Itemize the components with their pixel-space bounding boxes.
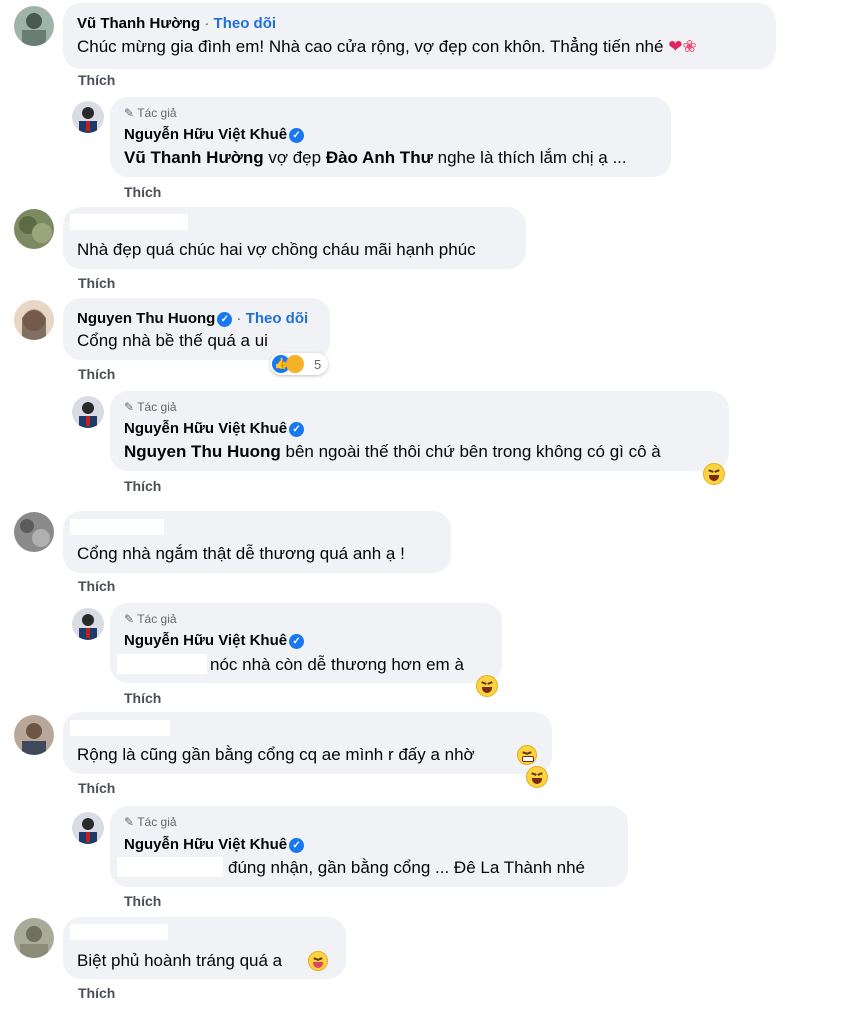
like-button[interactable]: Thích	[78, 985, 115, 1001]
tulip-emoji-icon: ❀	[682, 37, 697, 56]
verified-badge-icon: ✓	[289, 128, 305, 143]
avatar[interactable]	[14, 300, 54, 340]
pen-icon: ✎	[124, 106, 135, 120]
reply-author-name[interactable]: Nguyễn Hữu Việt Khuê ✓	[124, 836, 305, 853]
hidden-name	[70, 924, 168, 940]
pen-icon: ✎	[124, 400, 135, 414]
verified-badge-icon: ✓	[289, 422, 305, 437]
avatar[interactable]	[14, 918, 54, 958]
author-badge: ✎ Tác giả	[124, 815, 177, 829]
avatar[interactable]	[14, 6, 54, 46]
comment-text: Cổng nhà bề thế quá a ui	[77, 331, 268, 350]
like-button[interactable]: Thích	[78, 275, 115, 291]
like-button[interactable]: Thích	[78, 72, 115, 88]
author-badge: ✎ Tác giả	[124, 400, 177, 414]
verified-badge-icon: ✓	[289, 838, 305, 853]
author-badge-label: Tác giả	[137, 612, 177, 626]
like-button[interactable]: Thích	[124, 690, 161, 706]
author-avatar[interactable]	[72, 101, 104, 133]
grimacing-emoji-icon	[517, 745, 537, 765]
author-badge-label: Tác giả	[137, 815, 177, 829]
avatar[interactable]	[14, 715, 54, 755]
reply-text: Nguyen Thu Huong bên ngoài thế thôi chứ …	[124, 442, 661, 462]
author-avatar[interactable]	[72, 608, 104, 640]
pen-icon: ✎	[124, 815, 135, 829]
author-badge-label: Tác giả	[137, 106, 177, 120]
like-button[interactable]: Thích	[124, 478, 161, 494]
hidden-name	[70, 214, 188, 230]
author-badge: ✎ Tác giả	[124, 106, 177, 120]
comment-text-body: Rộng là cũng gần bằng cổng cq ae mình r …	[77, 745, 475, 764]
author-badge-label: Tác giả	[137, 400, 177, 414]
laughing-emoji-icon	[526, 766, 548, 788]
pen-icon: ✎	[124, 612, 135, 626]
comment-text-body: Chúc mừng gia đình em! Nhà cao cửa rộng,…	[77, 37, 664, 56]
hidden-mention	[117, 857, 223, 877]
like-button[interactable]: Thích	[78, 780, 115, 796]
commenter-name-text[interactable]: Vũ Thanh Hường	[77, 15, 200, 32]
comment-text: Rộng là cũng gần bằng cổng cq ae mình r …	[77, 745, 475, 765]
reply-author-name-text[interactable]: Nguyễn Hữu Việt Khuê	[124, 836, 287, 853]
comment-text: Cổng nhà ngắm thật dễ thương quá anh ạ !	[77, 544, 405, 563]
follow-link[interactable]: Theo dõi	[246, 310, 309, 327]
commenter-name[interactable]: Nguyen Thu Huong ✓ · Theo dõi	[77, 310, 308, 327]
reply-text: Vũ Thanh Hường vợ đẹp Đào Anh Thư nghe l…	[124, 148, 627, 168]
mention-link[interactable]: Nguyen Thu Huong	[124, 442, 281, 461]
hidden-name	[70, 519, 164, 535]
commenter-name[interactable]: Vũ Thanh Hường · Theo dõi	[77, 15, 276, 32]
reaction-count[interactable]: 5	[314, 357, 321, 372]
author-badge: ✎ Tác giả	[124, 612, 177, 626]
like-button[interactable]: Thích	[78, 578, 115, 594]
reply-text-part: nghe là thích lắm chị ạ ...	[437, 148, 627, 167]
reply-author-name-text[interactable]: Nguyễn Hữu Việt Khuê	[124, 126, 287, 143]
reply-text: nóc nhà còn dễ thương hơn em à	[210, 655, 464, 674]
avatar[interactable]	[14, 209, 54, 249]
reply-text-part: bên ngoài thế thôi chứ bên trong không c…	[285, 442, 661, 461]
like-button[interactable]: Thích	[124, 184, 161, 200]
reply-author-name[interactable]: Nguyễn Hữu Việt Khuê ✓	[124, 420, 305, 437]
comment-text: Chúc mừng gia đình em! Nhà cao cửa rộng,…	[77, 37, 697, 57]
follow-link[interactable]: Theo dõi	[214, 15, 277, 32]
reply-author-name-text[interactable]: Nguyễn Hữu Việt Khuê	[124, 420, 287, 437]
winking-tongue-emoji-icon	[308, 951, 328, 971]
mention-link[interactable]: Vũ Thanh Hường	[124, 148, 264, 167]
like-button[interactable]: Thích	[124, 893, 161, 909]
reply-author-name[interactable]: Nguyễn Hữu Việt Khuê ✓	[124, 632, 305, 649]
reply-text: đúng nhận, gần bằng cổng ... Đê La Thành…	[228, 858, 585, 877]
mention-link[interactable]: Đào Anh Thư	[326, 148, 433, 167]
avatar[interactable]	[14, 512, 54, 552]
like-button[interactable]: Thích	[78, 366, 115, 382]
laughing-emoji-icon	[476, 675, 498, 697]
comment-text: Biệt phủ hoành tráng quá a	[77, 951, 283, 970]
reply-author-name-text[interactable]: Nguyễn Hữu Việt Khuê	[124, 632, 287, 649]
hidden-mention	[117, 654, 207, 674]
verified-badge-icon: ✓	[289, 634, 305, 649]
commenter-name-text[interactable]: Nguyen Thu Huong	[77, 310, 215, 327]
author-avatar[interactable]	[72, 812, 104, 844]
author-avatar[interactable]	[72, 396, 104, 428]
reaction-summary[interactable]: 👍 5	[270, 353, 328, 375]
reply-author-name[interactable]: Nguyễn Hữu Việt Khuê ✓	[124, 126, 305, 143]
care-reaction-icon	[286, 355, 304, 373]
comment-bubble	[63, 3, 776, 69]
comment-text: Nhà đẹp quá chúc hai vợ chồng cháu mãi h…	[77, 240, 476, 259]
reply-text-part: vợ đẹp	[268, 148, 322, 167]
hidden-name	[70, 720, 170, 736]
heart-emoji-icon: ❤	[668, 37, 683, 56]
laughing-emoji-icon	[703, 463, 725, 485]
verified-badge-icon: ✓	[217, 312, 233, 327]
